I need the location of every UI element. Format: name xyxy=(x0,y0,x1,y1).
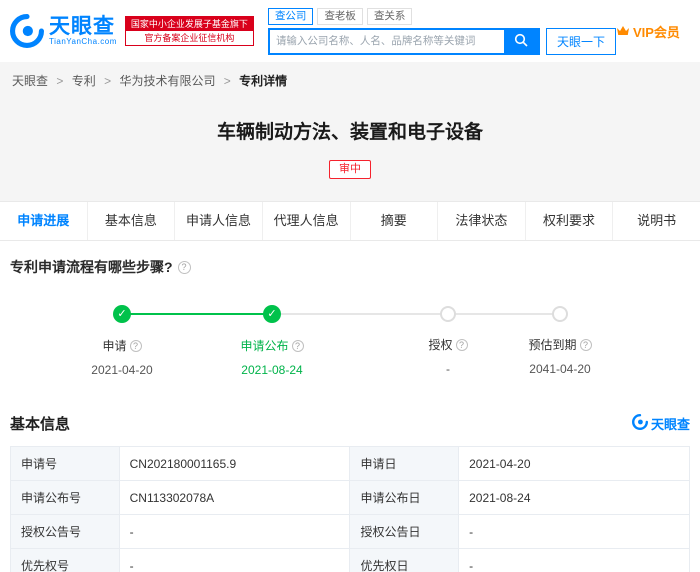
step-label: 预估到期 xyxy=(528,338,577,352)
breadcrumb-home[interactable]: 天眼查 xyxy=(12,74,48,88)
section-title: 基本信息 xyxy=(10,416,71,433)
search-tab-company[interactable]: 查公司 xyxy=(267,7,314,25)
tianyancha-mini-logo-icon xyxy=(631,414,648,433)
search-area: 查公司 查老板 查关系 天眼一下 xyxy=(267,7,616,55)
patent-status-badge: 审中 xyxy=(329,160,371,179)
basic-info-table: 申请号 CN202180001165.9 申请日 2021-04-20 申请公布… xyxy=(10,446,690,572)
cell-value: CN113302078A xyxy=(118,480,351,515)
search-type-tabs: 查公司 查老板 查关系 xyxy=(267,7,616,25)
breadcrumb-separator: > xyxy=(104,74,112,88)
step-info-icon[interactable]: ? xyxy=(291,339,304,352)
logo-subtitle: TianYanCha.com xyxy=(49,36,117,46)
cell-value: 2021-04-20 xyxy=(458,446,690,481)
search-button[interactable] xyxy=(503,29,538,53)
pending-circle-icon xyxy=(440,306,456,322)
table-row: 授权公告号 - 授权公告日 - xyxy=(10,514,690,549)
check-icon: ✓ xyxy=(113,305,131,323)
search-box xyxy=(267,27,540,55)
watermark-label: 天眼查 xyxy=(650,417,690,432)
pending-circle-icon xyxy=(552,306,568,322)
cell-label: 申请公布号 xyxy=(10,480,120,515)
cell-value: - xyxy=(458,548,690,572)
table-row: 申请号 CN202180001165.9 申请日 2021-04-20 xyxy=(10,446,690,481)
breadcrumb-company[interactable]: 华为技术有限公司 xyxy=(119,74,215,88)
basic-info-header: 基本信息 天眼查 xyxy=(10,413,690,434)
official-cert-badge: 国家中小企业发展子基金旗下 官方备案企业征信机构 xyxy=(124,16,254,46)
tab-claims[interactable]: 权利要求 xyxy=(526,202,614,240)
cell-label: 优先权号 xyxy=(10,548,120,572)
search-tab-boss[interactable]: 查老板 xyxy=(317,7,363,25)
step-info-icon[interactable]: ? xyxy=(129,339,142,352)
step-info-icon[interactable]: ? xyxy=(455,338,468,351)
cell-value: - xyxy=(458,514,690,549)
step-label: 申请公布 xyxy=(240,339,289,353)
cell-label: 授权公告日 xyxy=(349,514,460,549)
help-icon[interactable]: ? xyxy=(177,260,191,274)
breadcrumb-current: 专利详情 xyxy=(239,74,288,88)
cell-label: 申请公布日 xyxy=(349,480,460,515)
search-input[interactable] xyxy=(269,29,504,53)
cert-line1: 国家中小企业发展子基金旗下 xyxy=(125,17,253,31)
breadcrumb-separator: > xyxy=(56,74,64,88)
table-row: 优先权号 - 优先权日 - xyxy=(10,548,690,572)
search-tab-relation[interactable]: 查关系 xyxy=(366,7,413,25)
search-icon xyxy=(514,33,528,50)
check-icon: ✓ xyxy=(263,305,281,323)
tab-description[interactable]: 说明书 xyxy=(613,202,700,240)
tab-abstract[interactable]: 摘要 xyxy=(351,202,439,240)
step-estimated-expiry: 预估到期 ? 2041-04-20 xyxy=(490,305,630,376)
cell-value: - xyxy=(118,514,351,549)
logo-text: 天眼查 TianYanCha.com xyxy=(49,14,117,46)
cell-value: - xyxy=(118,548,351,572)
cell-label: 申请日 xyxy=(349,446,460,481)
step-info-icon[interactable]: ? xyxy=(579,338,592,351)
flow-heading-text: 专利申请流程有哪些步骤? xyxy=(10,259,173,275)
cert-line2: 官方备案企业征信机构 xyxy=(125,31,253,45)
tab-application-progress[interactable]: 申请进展 xyxy=(0,202,88,240)
patent-title-block: 车辆制动方法、装置和电子设备 审中 xyxy=(0,97,700,201)
tianyancha-watermark: 天眼查 xyxy=(631,414,690,433)
tianyancha-logo[interactable]: 天眼查 TianYanCha.com xyxy=(10,14,117,48)
patent-title: 车辆制动方法、装置和电子设备 xyxy=(216,122,483,143)
vip-member-link[interactable]: VIP会员 xyxy=(616,22,680,41)
cell-label: 授权公告号 xyxy=(10,514,120,549)
basic-info-section: 基本信息 天眼查 申请号 CN202180001165.9 申请日 2021-0… xyxy=(10,413,690,572)
main-content: 专利申请流程有哪些步骤? ? ✓ 申请 ? 2021-04-20 ✓ 申请公布 … xyxy=(0,241,700,572)
crown-icon xyxy=(616,24,630,39)
step-label: 授权 xyxy=(428,338,453,352)
step-publication: ✓ 申请公布 ? 2021-08-24 xyxy=(202,305,342,377)
tab-applicant-info[interactable]: 申请人信息 xyxy=(175,202,263,240)
step-apply: ✓ 申请 ? 2021-04-20 xyxy=(52,305,192,377)
step-date: 2041-04-20 xyxy=(529,362,591,376)
tab-legal-status[interactable]: 法律状态 xyxy=(438,202,526,240)
flow-heading: 专利申请流程有哪些步骤? ? xyxy=(10,257,690,277)
cell-value: 2021-08-24 xyxy=(458,480,690,515)
tab-basic-info[interactable]: 基本信息 xyxy=(88,202,176,240)
step-label: 申请 xyxy=(102,339,127,353)
logo-title: 天眼查 xyxy=(49,14,115,38)
top-header: 天眼查 TianYanCha.com 国家中小企业发展子基金旗下 官方备案企业征… xyxy=(0,0,700,62)
cell-label: 优先权日 xyxy=(349,548,460,572)
step-date: 2021-08-24 xyxy=(241,363,303,377)
tab-agent-info[interactable]: 代理人信息 xyxy=(263,202,351,240)
step-date: 2021-04-20 xyxy=(91,363,153,377)
breadcrumb: 天眼查 > 专利 > 华为技术有限公司 > 专利详情 xyxy=(0,62,700,97)
breadcrumb-separator: > xyxy=(223,74,231,88)
table-row: 申请公布号 CN113302078A 申请公布日 2021-08-24 xyxy=(10,480,690,515)
search-row: 天眼一下 xyxy=(267,27,616,55)
vip-label: VIP会员 xyxy=(632,24,680,40)
cell-label: 申请号 xyxy=(10,446,120,481)
tianyan-yixia-button[interactable]: 天眼一下 xyxy=(545,27,616,55)
breadcrumb-patent[interactable]: 专利 xyxy=(72,74,96,88)
tianyancha-logo-icon xyxy=(10,14,44,48)
detail-tab-bar: 申请进展 基本信息 申请人信息 代理人信息 摘要 法律状态 权利要求 说明书 xyxy=(0,201,700,241)
cell-value: CN202180001165.9 xyxy=(118,446,351,481)
patent-progress-stepper: ✓ 申请 ? 2021-04-20 ✓ 申请公布 ? 2021-08-24 授权… xyxy=(10,295,690,393)
